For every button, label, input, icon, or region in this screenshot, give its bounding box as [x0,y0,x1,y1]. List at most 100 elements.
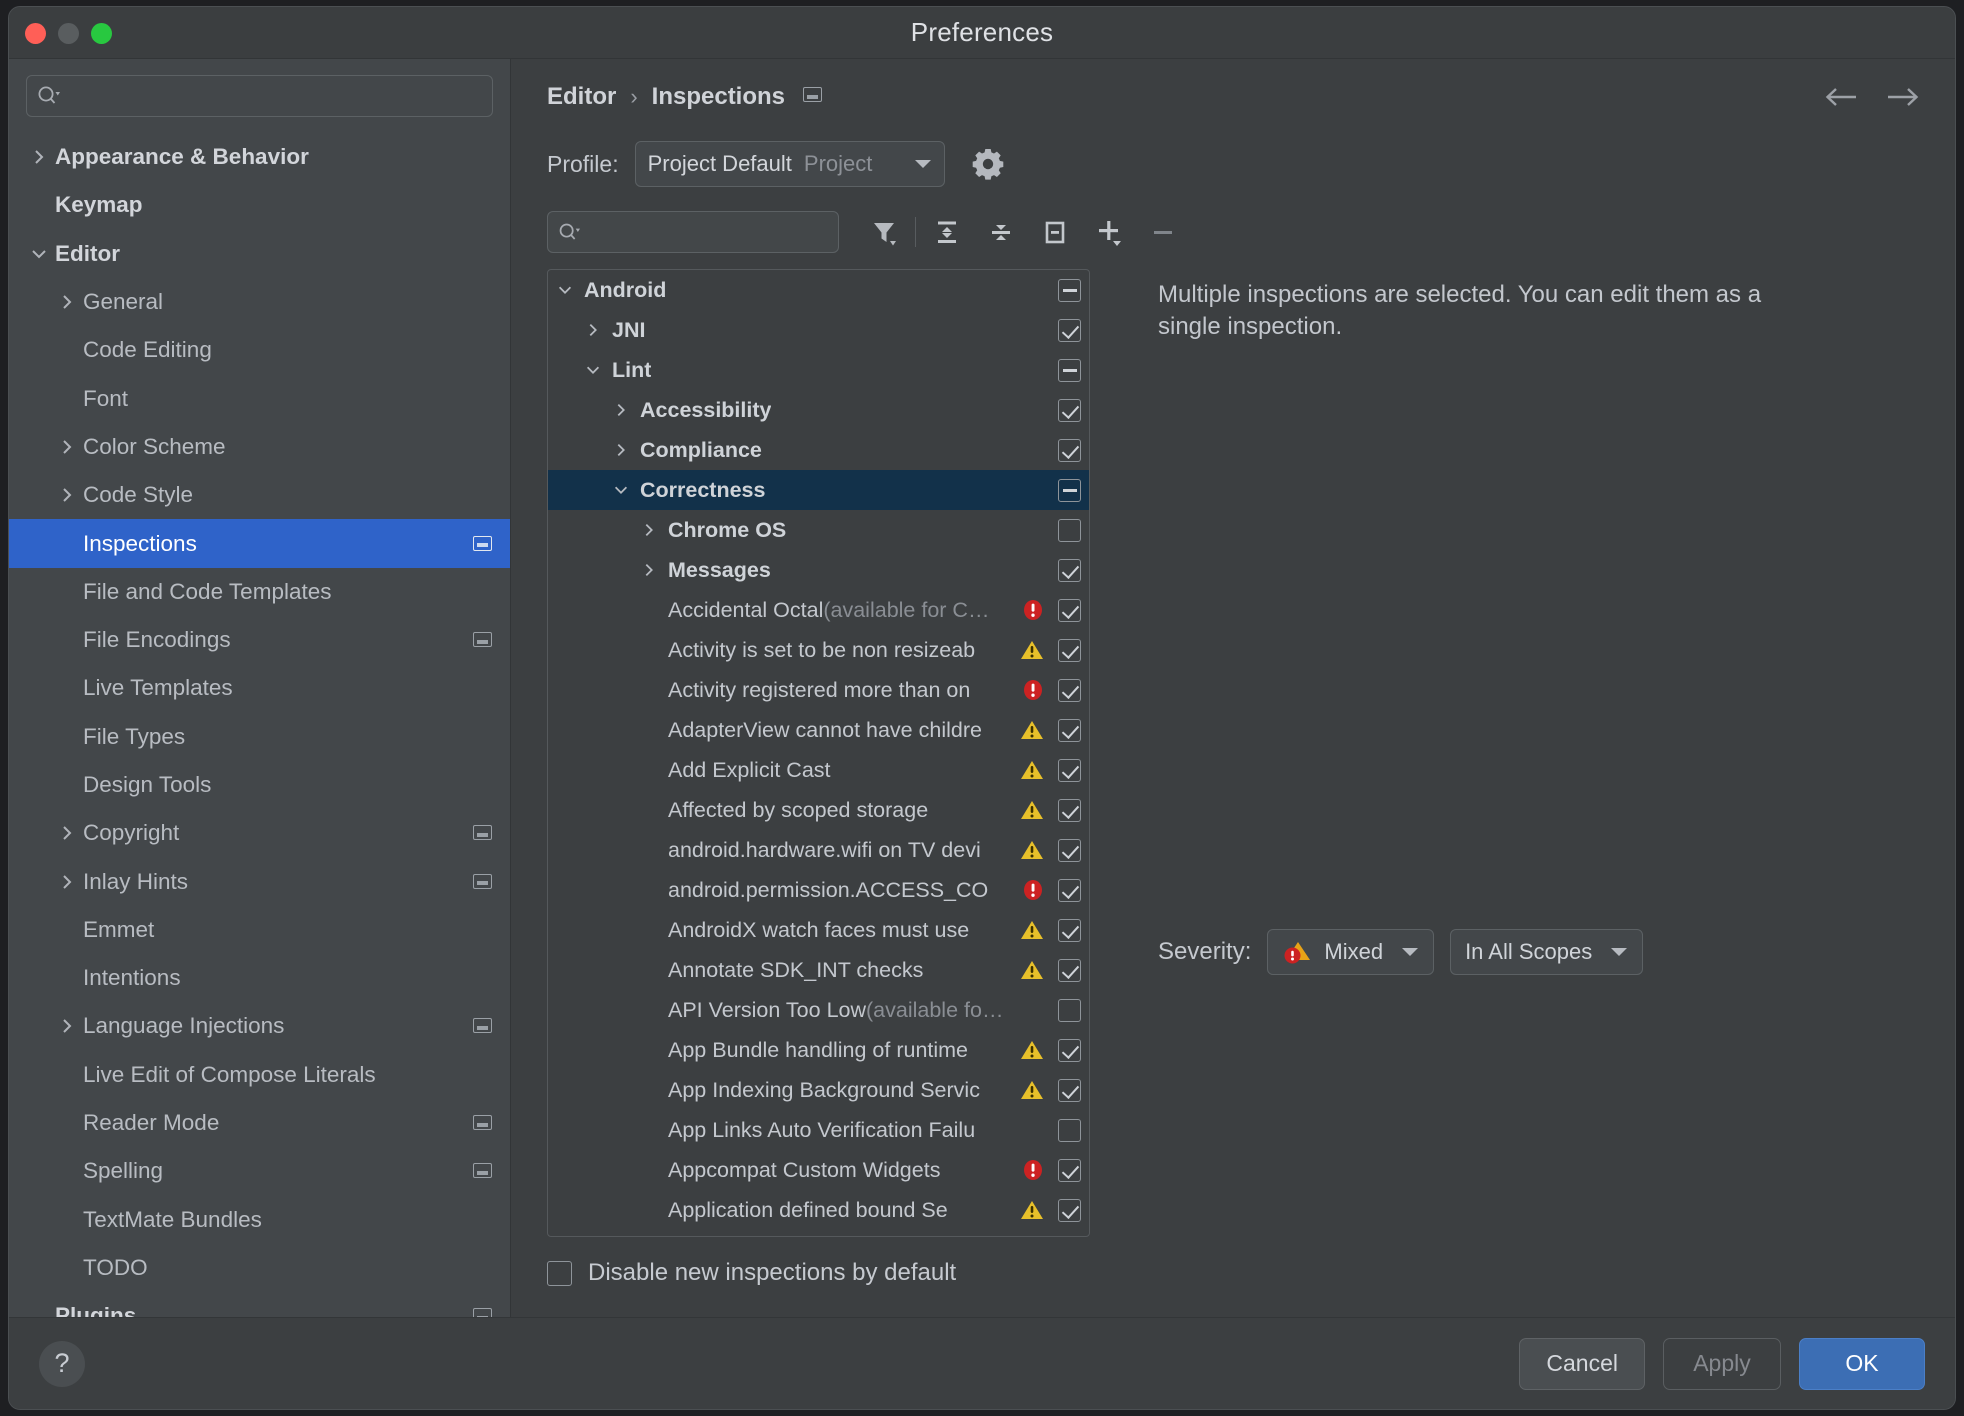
profile-dropdown[interactable]: Project Default Project [634,141,945,187]
chevron-right-icon[interactable] [640,561,664,579]
copy-settings-icon[interactable] [473,1013,492,1039]
copy-settings-icon[interactable] [473,1158,492,1184]
sidebar-item-inspections[interactable]: Inspections [9,519,510,568]
chevron-right-icon[interactable] [612,401,636,419]
sidebar-item-design-tools[interactable]: Design Tools [9,761,510,809]
apply-button[interactable]: Apply [1663,1337,1781,1390]
sidebar-item-editor[interactable]: Editor [9,230,510,278]
breadcrumb-parent[interactable]: Editor [547,83,616,111]
sidebar-item-plugins[interactable]: Plugins [9,1292,510,1317]
tree-row-checkbox[interactable] [1058,1198,1081,1222]
copy-settings-icon[interactable] [473,869,492,895]
chevron-down-icon[interactable] [612,481,636,499]
sidebar-item-reader-mode[interactable]: Reader Mode [9,1099,510,1147]
arrow-right-icon[interactable] [1885,86,1919,108]
sidebar-item-intentions[interactable]: Intentions [9,954,510,1002]
tree-row[interactable]: Chrome OS [548,510,1089,550]
tree-row-checkbox[interactable] [1058,1038,1081,1062]
sidebar-item-todo[interactable]: TODO [9,1244,510,1292]
tree-row-checkbox[interactable] [1058,958,1081,982]
tree-row[interactable]: Annotate SDK_INT checks [548,950,1089,990]
cancel-button[interactable]: Cancel [1519,1337,1645,1390]
chevron-right-icon[interactable] [57,823,83,843]
tree-row-checkbox[interactable] [1058,598,1081,622]
sidebar-item-inlay-hints[interactable]: Inlay Hints [9,857,510,905]
ok-button[interactable]: OK [1799,1337,1925,1390]
copy-settings-icon[interactable] [473,820,492,846]
tree-row-checkbox[interactable] [1058,1118,1081,1142]
sidebar-item-language-injections[interactable]: Language Injections [9,1002,510,1050]
tree-row[interactable]: android.permission.ACCESS_CO [548,870,1089,910]
tree-row[interactable]: App Indexing Background Servic [548,1070,1089,1110]
tree-row-checkbox[interactable] [1058,1078,1081,1102]
help-button[interactable]: ? [39,1340,85,1387]
tree-row[interactable]: Correctness [548,470,1089,510]
copy-settings-icon[interactable] [803,87,823,107]
tree-row-checkbox[interactable] [1058,838,1081,862]
expand-all-icon[interactable] [920,209,974,255]
tree-row-checkbox[interactable] [1058,518,1081,542]
tree-row-checkbox[interactable] [1058,1158,1081,1182]
sidebar-item-file-and-code-templates[interactable]: File and Code Templates [9,568,510,616]
chevron-down-icon[interactable] [584,361,608,379]
maximize-window-button[interactable] [91,22,112,44]
tree-row-checkbox[interactable] [1058,438,1081,462]
collapse-all-icon[interactable] [974,209,1028,255]
chevron-right-icon[interactable] [640,521,664,539]
chevron-right-icon[interactable] [57,1016,83,1036]
tree-row-checkbox[interactable] [1058,798,1081,822]
sidebar-item-file-encodings[interactable]: File Encodings [9,616,510,664]
remove-icon[interactable] [1136,209,1190,255]
sidebar-item-file-types[interactable]: File Types [9,713,510,761]
arrow-left-icon[interactable] [1825,86,1859,108]
disable-new-inspections-checkbox[interactable] [547,1260,572,1286]
chevron-down-icon[interactable] [556,281,580,299]
tree-row-checkbox[interactable] [1058,918,1081,942]
copy-settings-icon[interactable] [473,1110,492,1136]
tree-row[interactable]: AndroidX watch faces must use [548,910,1089,950]
tree-row[interactable]: Affected by scoped storage [548,790,1089,830]
minimize-window-button[interactable] [58,22,79,44]
sidebar-item-appearance-behavior[interactable]: Appearance & Behavior [9,133,510,181]
sidebar-item-font[interactable]: Font [9,374,510,422]
tree-row-checkbox[interactable] [1058,558,1081,582]
sidebar-item-general[interactable]: General [9,278,510,326]
inspections-tree[interactable]: Android JNI Lint Accessibility Compliance Cor… [547,269,1090,1237]
tree-row[interactable]: Add Explicit Cast [548,750,1089,790]
chevron-right-icon[interactable] [57,437,83,457]
chevron-right-icon[interactable] [29,147,55,167]
severity-dropdown[interactable]: Mixed [1267,929,1435,975]
tree-row[interactable]: Messages [548,550,1089,590]
tree-row[interactable]: JNI [548,310,1089,350]
tree-row[interactable]: Accidental Octal (available for C… [548,590,1089,630]
tree-row[interactable]: Accessibility [548,390,1089,430]
sidebar-item-live-edit-of-compose-literals[interactable]: Live Edit of Compose Literals [9,1051,510,1099]
tree-row[interactable]: API Version Too Low (available fo… [548,990,1089,1030]
close-window-button[interactable] [25,22,46,44]
sidebar-item-live-templates[interactable]: Live Templates [9,664,510,712]
tree-row[interactable]: android.hardware.wifi on TV devi [548,830,1089,870]
inspections-search-input[interactable] [587,221,828,243]
sidebar-search-input[interactable] [67,85,482,107]
reset-to-empty-icon[interactable] [1028,209,1082,255]
tree-row-checkbox[interactable] [1058,878,1081,902]
copy-settings-icon[interactable] [473,1303,492,1317]
tree-row[interactable]: Activity is set to be non resizeab [548,630,1089,670]
chevron-right-icon[interactable] [612,441,636,459]
tree-row[interactable]: App Bundle handling of runtime [548,1030,1089,1070]
sidebar-item-emmet[interactable]: Emmet [9,906,510,954]
tree-row[interactable]: Compliance [548,430,1089,470]
tree-row[interactable]: Application defined bound Se [548,1190,1089,1230]
tree-row[interactable]: Appcompat Custom Widgets [548,1150,1089,1190]
add-icon[interactable] [1082,209,1136,255]
gear-icon[interactable] [971,147,1005,181]
tree-row-checkbox[interactable] [1058,678,1081,702]
tree-row-checkbox[interactable] [1058,478,1081,502]
tree-row[interactable]: Lint [548,350,1089,390]
tree-row-checkbox[interactable] [1058,358,1081,382]
copy-settings-icon[interactable] [473,627,492,653]
sidebar-item-code-editing[interactable]: Code Editing [9,326,510,374]
copy-settings-icon[interactable] [473,531,492,557]
tree-row[interactable]: AdapterView cannot have childre [548,710,1089,750]
sidebar-item-spelling[interactable]: Spelling [9,1147,510,1195]
